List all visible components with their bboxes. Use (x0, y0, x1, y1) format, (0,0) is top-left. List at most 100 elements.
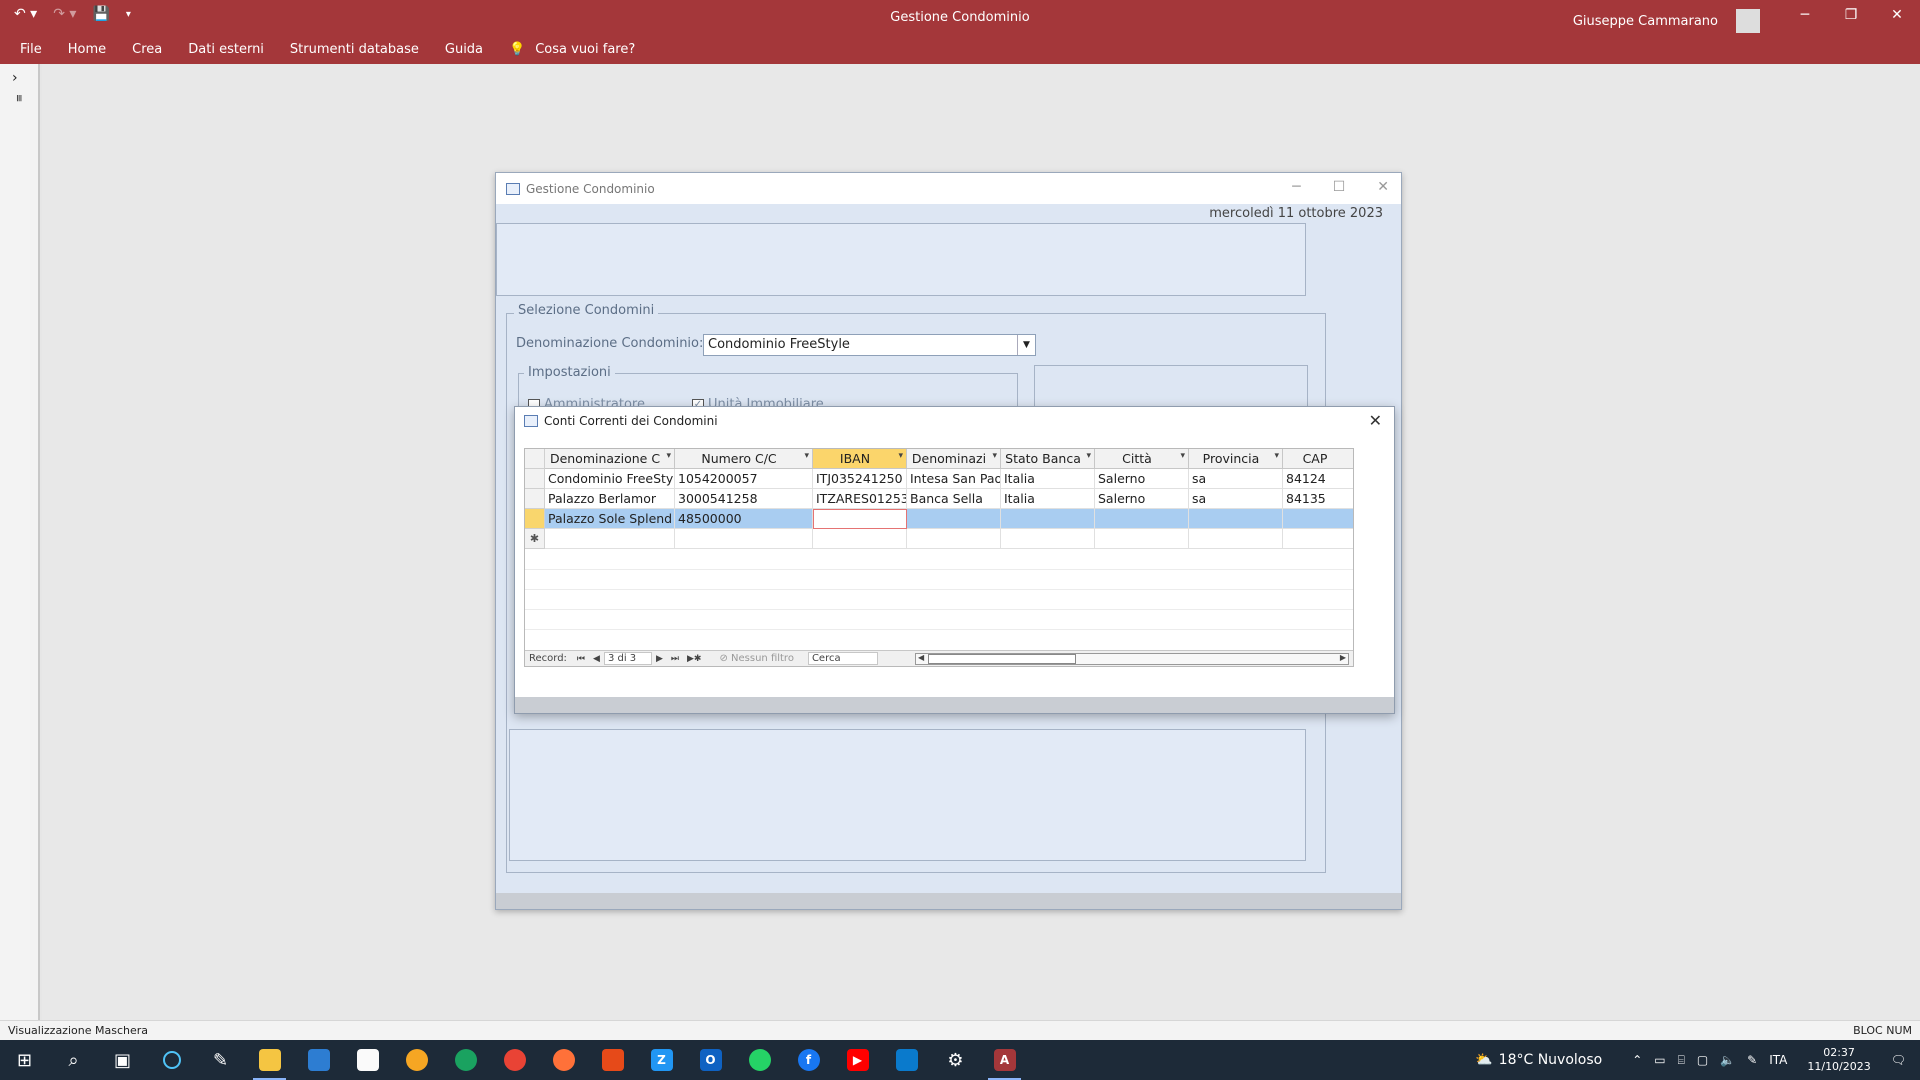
prev-record-icon[interactable]: ◀ (593, 654, 600, 664)
table-cell[interactable]: ITZARES012537 (813, 489, 907, 509)
table-cell[interactable] (1283, 509, 1353, 529)
store-icon[interactable] (294, 1040, 343, 1080)
expand-nav-icon[interactable]: › (12, 70, 18, 86)
whatsapp-icon[interactable] (735, 1040, 784, 1080)
table-cell[interactable] (1283, 529, 1353, 549)
firefox-icon[interactable] (539, 1040, 588, 1080)
table-cell[interactable]: Salerno (1095, 469, 1189, 489)
row-selector[interactable] (525, 509, 545, 529)
close-icon[interactable]: ✕ (1369, 411, 1382, 430)
close-icon[interactable]: ✕ (1874, 0, 1920, 30)
column-header[interactable]: Stato Banca (1001, 449, 1095, 469)
table-cell[interactable] (1001, 509, 1095, 529)
table-cell[interactable] (1001, 529, 1095, 549)
new-record-icon[interactable]: ✱ (525, 529, 545, 549)
user-account[interactable]: Giuseppe Cammarano (1573, 9, 1760, 33)
office-icon[interactable] (588, 1040, 637, 1080)
app-icon[interactable]: ✎ (196, 1040, 245, 1080)
column-header[interactable]: Numero C/C (675, 449, 813, 469)
row-selector[interactable] (525, 469, 545, 489)
maximize-icon[interactable]: ☐ (1333, 179, 1346, 195)
table-cell[interactable]: Intesa San Pao (907, 469, 1001, 489)
file-explorer-icon[interactable] (245, 1040, 294, 1080)
table-cell[interactable]: Banca Sella (907, 489, 1001, 509)
column-header[interactable]: Città (1095, 449, 1189, 469)
search-icon[interactable]: ⌕ (49, 1040, 98, 1080)
close-icon[interactable]: ✕ (1377, 179, 1389, 195)
last-record-icon[interactable]: ⏭ (671, 654, 679, 664)
tab-file[interactable]: File (20, 42, 42, 57)
settings-icon[interactable]: ⚙ (931, 1040, 980, 1080)
app-icon[interactable] (392, 1040, 441, 1080)
tab-home[interactable]: Home (68, 42, 106, 57)
outlook-icon[interactable]: O (686, 1040, 735, 1080)
denominazione-combobox[interactable]: Condominio FreeStyle ▼ (703, 334, 1036, 356)
notepad-icon[interactable] (343, 1040, 392, 1080)
restore-icon[interactable]: ❐ (1828, 0, 1874, 30)
youtube-icon[interactable]: ▶ (833, 1040, 882, 1080)
column-header[interactable]: Denominazione C (545, 449, 675, 469)
table-row[interactable]: Palazzo Berlamor 3000541258 ITZARES01253… (525, 489, 1353, 509)
table-cell[interactable]: 84124 (1283, 469, 1353, 489)
zoom-icon[interactable]: Z (637, 1040, 686, 1080)
table-cell[interactable] (907, 529, 1001, 549)
next-record-icon[interactable]: ▶ (656, 654, 663, 664)
minimize-icon[interactable]: ─ (1782, 0, 1828, 30)
cortana-icon[interactable] (147, 1040, 196, 1080)
tab-crea[interactable]: Crea (132, 42, 162, 57)
tab-guida[interactable]: Guida (445, 42, 483, 57)
table-cell[interactable]: 84135 (1283, 489, 1353, 509)
tab-strumenti-database[interactable]: Strumenti database (290, 42, 419, 57)
column-header[interactable]: IBAN (813, 449, 907, 469)
tab-dati-esterni[interactable]: Dati esterni (188, 42, 264, 57)
column-header[interactable]: Denominazi (907, 449, 1001, 469)
filter-status[interactable]: ⊘ Nessun filtro (719, 653, 794, 664)
row-selector[interactable] (525, 489, 545, 509)
table-cell[interactable]: 48500000 (675, 509, 813, 529)
record-position-input[interactable]: 3 di 3 (603, 652, 652, 665)
first-record-icon[interactable]: ⏮ (577, 654, 585, 664)
table-cell[interactable]: Palazzo Sole Splend (545, 509, 675, 529)
chevron-down-icon[interactable]: ▼ (1017, 335, 1035, 355)
table-cell[interactable] (907, 509, 1001, 529)
table-cell[interactable] (1189, 529, 1283, 549)
table-cell[interactable] (545, 529, 675, 549)
tell-me-search[interactable]: 💡 Cosa vuoi fare? (509, 42, 635, 57)
volume-icon[interactable]: 🔈 (1720, 1053, 1735, 1067)
table-cell[interactable]: sa (1189, 489, 1283, 509)
pen-icon[interactable]: ✎ (1747, 1053, 1757, 1067)
table-cell[interactable] (1095, 529, 1189, 549)
battery-icon[interactable]: ▭ (1654, 1053, 1665, 1067)
search-input[interactable]: Cerca (807, 652, 878, 665)
access-icon[interactable]: A (980, 1040, 1029, 1080)
language-indicator[interactable]: ITA (1769, 1053, 1787, 1067)
table-cell[interactable]: ITJ035241250 (813, 469, 907, 489)
table-cell[interactable]: Condominio FreeSty (545, 469, 675, 489)
windows-start-icon[interactable]: ⊞ (0, 1040, 49, 1080)
clock[interactable]: 02:37 11/10/2023 (1807, 1046, 1870, 1074)
table-cell[interactable] (1095, 509, 1189, 529)
table-cell[interactable]: Italia (1001, 489, 1095, 509)
edge-icon[interactable] (441, 1040, 490, 1080)
new-record-nav-icon[interactable]: ▶✱ (687, 654, 701, 664)
chevron-up-icon[interactable]: ⌃ (1632, 1053, 1642, 1067)
task-view-icon[interactable]: ▣ (98, 1040, 147, 1080)
select-all-cell[interactable] (525, 449, 545, 469)
column-header[interactable]: Provincia (1189, 449, 1283, 469)
monitor-icon[interactable]: ▢ (1697, 1053, 1708, 1067)
vscode-icon[interactable] (882, 1040, 931, 1080)
new-record-row[interactable]: ✱ (525, 529, 1353, 549)
table-cell[interactable]: 3000541258 (675, 489, 813, 509)
weather-widget[interactable]: ⛅ 18°C Nuvoloso (1475, 1052, 1602, 1068)
table-cell[interactable]: Palazzo Berlamor (545, 489, 675, 509)
scroll-thumb[interactable] (928, 654, 1076, 664)
scroll-right-icon[interactable]: ▶ (1340, 653, 1346, 662)
notifications-icon[interactable]: 🗨 (1891, 1053, 1906, 1067)
chrome-icon[interactable] (490, 1040, 539, 1080)
table-cell[interactable] (675, 529, 813, 549)
iban-edit-cell[interactable] (813, 509, 907, 529)
scroll-left-icon[interactable]: ◀ (918, 653, 924, 662)
network-icon[interactable]: ⌸ (1678, 1053, 1685, 1068)
table-row-selected[interactable]: Palazzo Sole Splend 48500000 (525, 509, 1353, 529)
minimize-icon[interactable]: ─ (1292, 179, 1300, 195)
